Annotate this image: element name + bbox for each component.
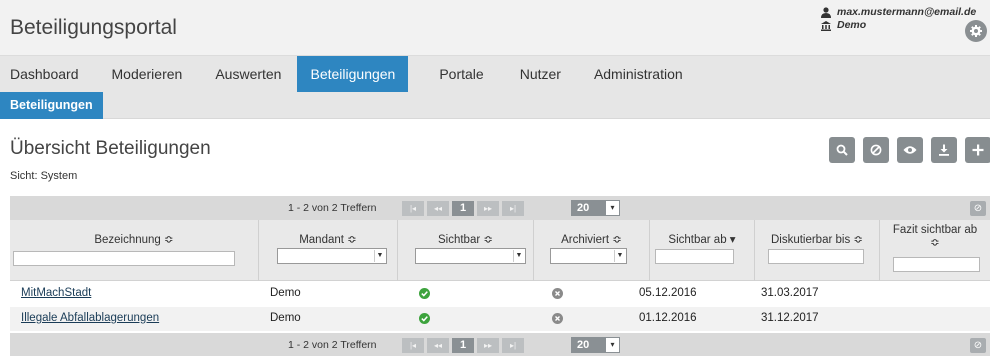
row-name-link[interactable]: MitMachStadt <box>21 287 91 299</box>
page-size-value: 20 <box>577 202 590 214</box>
row-diskutierbar-bis: 31.03.2017 <box>761 287 819 299</box>
filter-sichtbar-select[interactable]: ▼ <box>415 248 526 264</box>
row-mandant: Demo <box>270 312 301 324</box>
page-title: Übersicht Beteiligungen <box>10 138 211 159</box>
view-icon <box>903 146 917 154</box>
gear-icon <box>970 25 982 37</box>
filter-mandant-select[interactable]: ▼ <box>277 248 387 264</box>
pager-info: 1 - 2 von 2 Treffern <box>288 202 377 214</box>
next-page-button[interactable]: ▸▸ <box>477 201 499 216</box>
nav-portale[interactable]: Portale <box>408 56 506 92</box>
pager-info: 1 - 2 von 2 Treffern <box>288 339 377 351</box>
column-diskutierbar-bis[interactable]: Diskutierbar bis ≎ <box>755 220 880 281</box>
institution-icon <box>821 20 831 31</box>
reset-filter-button[interactable] <box>863 137 889 163</box>
column-header-label[interactable]: Mandant ≎ <box>259 234 397 247</box>
user-icon <box>821 7 831 18</box>
nav-administration[interactable]: Administration <box>581 56 696 92</box>
sub-nav: Beteiligungen <box>0 92 990 119</box>
user-org[interactable]: Demo <box>837 19 866 32</box>
cross-icon <box>552 288 563 299</box>
table-row[interactable]: Illegale Abfallablagerungen Demo 01.12.2… <box>10 307 990 331</box>
view-button[interactable] <box>897 137 923 163</box>
reset-filter-small-button[interactable]: ⊘ <box>970 201 986 216</box>
settings-button[interactable] <box>965 20 987 42</box>
chevron-down-icon: ▼ <box>614 250 625 262</box>
app-header: Beteiligungsportal max.mustermann@email.… <box>0 0 990 56</box>
subnav-beteiligungen[interactable]: Beteiligungen <box>0 92 103 119</box>
first-page-button[interactable]: |◂ <box>402 338 424 353</box>
column-header-label[interactable]: Sichtbar ≎ <box>398 234 533 247</box>
nav-beteiligungen[interactable]: Beteiligungen <box>297 56 409 92</box>
current-page[interactable]: 1 <box>452 338 474 353</box>
column-sichtbar-ab[interactable]: Sichtbar ab ▾ <box>650 220 755 281</box>
check-icon <box>419 313 430 324</box>
next-page-button[interactable]: ▸▸ <box>477 338 499 353</box>
column-archiviert[interactable]: Archiviert ≎ ▼ <box>534 220 650 281</box>
pager-bottom: 1 - 2 von 2 Treffern |◂ ◂◂ 1 ▸▸ ▸| 20 ▾ … <box>10 333 990 356</box>
filter-sichtbar-ab-input[interactable] <box>655 249 734 264</box>
cross-icon <box>552 313 563 324</box>
row-sichtbar-ab: 01.12.2016 <box>639 312 697 324</box>
chevron-down-icon: ▼ <box>513 250 524 262</box>
search-button[interactable] <box>829 137 855 163</box>
column-header-label[interactable]: Sichtbar ab ▾ <box>650 234 754 247</box>
page-size-value: 20 <box>577 339 590 351</box>
nav-nutzer[interactable]: Nutzer <box>507 56 581 92</box>
column-mandant[interactable]: Mandant ≎ ▼ <box>259 220 398 281</box>
row-diskutierbar-bis: 31.12.2017 <box>761 312 819 324</box>
add-icon <box>972 144 984 156</box>
prev-page-button[interactable]: ◂◂ <box>427 338 449 353</box>
toolbar <box>829 137 990 163</box>
main-nav: Dashboard Moderieren Auswerten Beteiligu… <box>0 56 990 92</box>
view-label: Sicht: System <box>10 170 78 182</box>
app-title: Beteiligungsportal <box>10 16 177 39</box>
first-page-button[interactable]: |◂ <box>402 201 424 216</box>
nav-moderieren[interactable]: Moderieren <box>112 56 216 92</box>
search-icon <box>836 144 848 156</box>
prev-page-button[interactable]: ◂◂ <box>427 201 449 216</box>
filter-bezeichnung-input[interactable] <box>13 251 235 266</box>
table-row[interactable]: MitMachStadt Demo 05.12.2016 31.03.2017 <box>10 282 990 306</box>
column-bezeichnung[interactable]: Bezeichnung ≎ <box>10 220 259 281</box>
download-button[interactable] <box>931 137 957 163</box>
column-header-label[interactable]: Fazit sichtbar ab ≎ <box>880 224 990 250</box>
column-fazit[interactable]: Fazit sichtbar ab ≎ <box>880 220 990 281</box>
row-sichtbar-ab: 05.12.2016 <box>639 287 697 299</box>
filter-fazit-input[interactable] <box>893 257 980 272</box>
row-mandant: Demo <box>270 287 301 299</box>
last-page-button[interactable]: ▸| <box>502 338 524 353</box>
reset-filter-icon <box>870 144 882 156</box>
page-size-select[interactable]: 20 ▾ <box>571 337 620 353</box>
nav-dashboard[interactable]: Dashboard <box>0 56 112 92</box>
nav-auswerten[interactable]: Auswerten <box>215 56 297 92</box>
column-sichtbar[interactable]: Sichtbar ≎ ▼ <box>398 220 534 281</box>
reset-filter-small-button[interactable]: ⊘ <box>970 338 986 353</box>
download-icon <box>939 144 949 156</box>
current-page[interactable]: 1 <box>452 201 474 216</box>
user-info: max.mustermann@email.de Demo <box>821 6 976 32</box>
user-email[interactable]: max.mustermann@email.de <box>837 6 976 19</box>
table-header: Bezeichnung ≎ Mandant ≎ ▼ Sichtbar ≎ ▼ A… <box>10 220 990 281</box>
last-page-button[interactable]: ▸| <box>502 201 524 216</box>
column-header-label[interactable]: Diskutierbar bis ≎ <box>755 234 879 247</box>
chevron-down-icon: ▾ <box>606 338 619 352</box>
column-header-label[interactable]: Bezeichnung ≎ <box>10 234 258 247</box>
filter-archiviert-select[interactable]: ▼ <box>550 248 627 264</box>
chevron-down-icon: ▾ <box>606 201 619 215</box>
row-name-link[interactable]: Illegale Abfallablagerungen <box>21 312 159 324</box>
page-size-select[interactable]: 20 ▾ <box>571 200 620 216</box>
pager-top: 1 - 2 von 2 Treffern |◂ ◂◂ 1 ▸▸ ▸| 20 ▾ … <box>10 196 990 220</box>
add-button[interactable] <box>965 137 990 163</box>
filter-diskutierbar-bis-input[interactable] <box>768 249 864 264</box>
check-icon <box>419 288 430 299</box>
chevron-down-icon: ▼ <box>374 250 385 262</box>
column-header-label[interactable]: Archiviert ≎ <box>534 234 649 247</box>
